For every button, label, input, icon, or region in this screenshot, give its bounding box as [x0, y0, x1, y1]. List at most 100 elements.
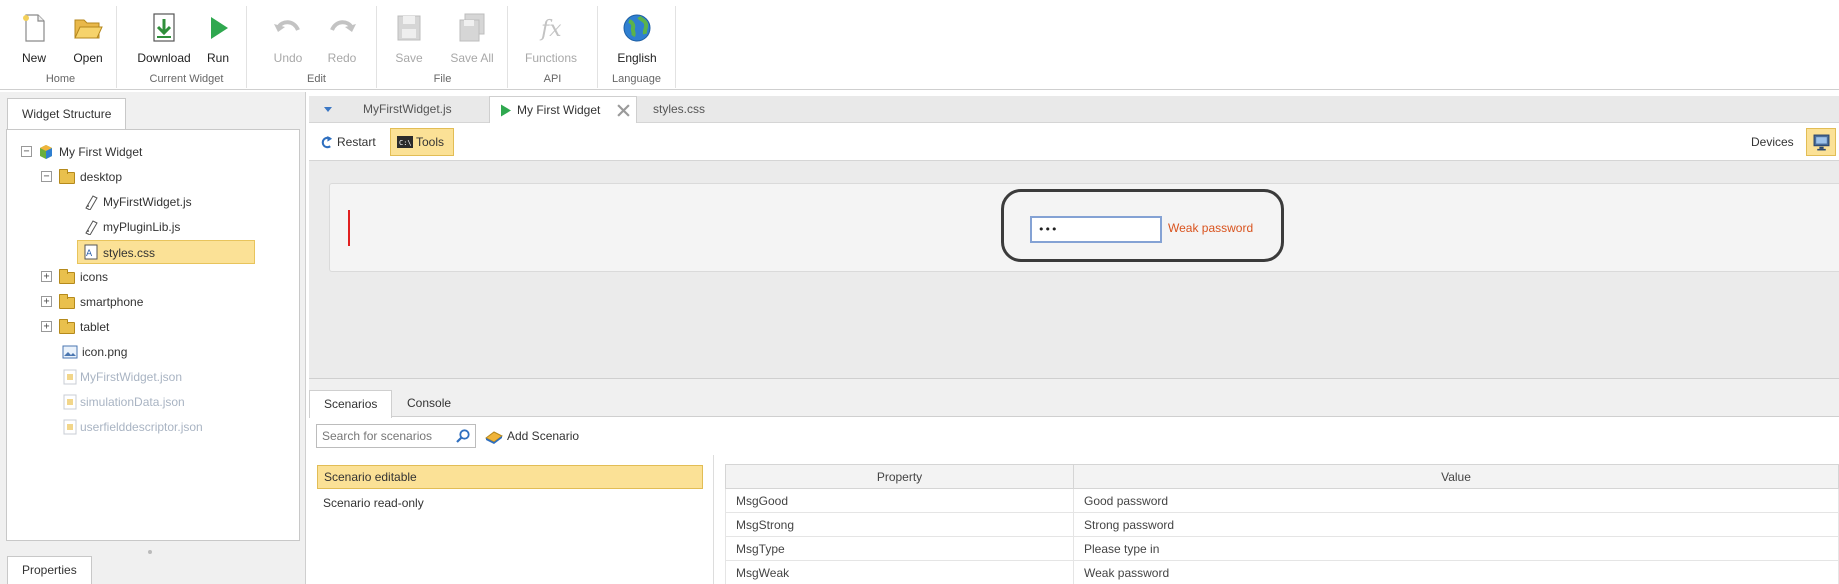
table-row[interactable]: MsgStrong Strong password	[725, 512, 1839, 537]
column-header-value[interactable]: Value	[1073, 464, 1839, 489]
restart-icon	[321, 135, 333, 149]
folder-icon	[59, 319, 75, 334]
tree-item-simulationdata-json[interactable]: simulationData.json	[62, 390, 242, 414]
widget-icon	[40, 145, 52, 159]
scenario-search-input[interactable]	[316, 424, 476, 448]
run-button[interactable]: Run	[191, 12, 245, 70]
tree-item-icon-png[interactable]: icon.png	[62, 340, 212, 364]
globe-icon	[623, 14, 651, 42]
add-scenario-button[interactable]: Add Scenario	[485, 425, 579, 447]
tab-list-dropdown-icon[interactable]	[324, 107, 332, 112]
property-value[interactable]: Weak password	[1073, 560, 1839, 584]
language-button[interactable]: English	[608, 12, 666, 70]
save-all-label: Save All	[450, 51, 494, 65]
api-group-label: API	[543, 73, 562, 85]
table-row[interactable]: MsgWeak Weak password	[725, 560, 1839, 584]
tree-item-tablet[interactable]: + tablet	[41, 315, 191, 339]
file-tree: − My First Widget − desktop MyFirstWidge…	[6, 129, 300, 541]
close-icon[interactable]	[617, 104, 630, 117]
password-input[interactable]: •••	[1030, 216, 1162, 243]
ribbon-group-file: Save Save All File	[378, 6, 508, 88]
tab-label: MyFirstWidget.js	[363, 102, 452, 116]
new-file-icon	[23, 14, 45, 42]
collapse-icon[interactable]: −	[21, 146, 32, 157]
open-label: Open	[73, 51, 103, 65]
download-label: Download	[137, 51, 191, 65]
tree-item-smartphone[interactable]: + smartphone	[41, 290, 191, 314]
functions-icon: fx	[539, 17, 562, 42]
ribbon-group-current-widget: Download Run Current Widget	[127, 6, 247, 88]
new-button[interactable]: New	[7, 12, 61, 70]
tab-scenarios[interactable]: Scenarios	[309, 390, 393, 418]
ribbon-group-language: English Language	[598, 6, 676, 88]
scenario-properties-table: Property Value MsgGood Good password Msg…	[725, 464, 1839, 584]
run-icon	[501, 104, 511, 117]
undo-icon	[274, 20, 300, 32]
open-button[interactable]: Open	[61, 12, 115, 70]
download-icon	[153, 13, 175, 42]
save-all-button[interactable]: Save All	[442, 12, 502, 70]
panel-splitter-handle[interactable]	[148, 550, 152, 554]
tree-item-desktop[interactable]: − desktop	[41, 165, 191, 189]
scenario-item-read-only[interactable]: Scenario read-only	[317, 491, 703, 515]
tree-item-userfielddescriptor-json[interactable]: userfielddescriptor.json	[62, 415, 262, 439]
expand-icon[interactable]: +	[41, 296, 52, 307]
js-file-icon	[85, 220, 98, 235]
undo-button[interactable]: Undo	[261, 12, 315, 70]
tab-my-first-widget[interactable]: My First Widget	[489, 96, 637, 124]
ribbon-group-api: fx Functions API	[508, 6, 598, 88]
redo-button[interactable]: Redo	[315, 12, 369, 70]
tab-widget-structure[interactable]: Widget Structure	[7, 98, 127, 130]
functions-button[interactable]: fx Functions	[518, 12, 584, 70]
tree-item-my-first-widget[interactable]: − My First Widget	[21, 140, 221, 164]
ribbon-group-home: New Open Home	[5, 6, 117, 88]
tree-item-myfirstwidget-js[interactable]: MyFirstWidget.js	[83, 190, 233, 214]
tree-item-myfirstwidget-json[interactable]: MyFirstWidget.json	[62, 365, 242, 389]
tree-label: icon.png	[82, 345, 128, 359]
scenario-item-editable[interactable]: Scenario editable	[317, 465, 703, 489]
tab-myfirstwidget-js[interactable]: MyFirstWidget.js	[353, 96, 462, 123]
property-name: MsgStrong	[725, 512, 1074, 537]
tree-item-icons[interactable]: + icons	[41, 265, 191, 289]
download-button[interactable]: Download	[133, 12, 195, 70]
restart-button[interactable]: Restart	[314, 128, 383, 156]
restart-label: Restart	[337, 135, 376, 149]
property-value[interactable]: Strong password	[1073, 512, 1839, 537]
tree-label: MyFirstWidget.js	[103, 195, 192, 209]
expand-icon[interactable]: +	[41, 321, 52, 332]
preview-toolbar: Restart C:\ Tools Devices	[309, 123, 1839, 161]
property-name: MsgWeak	[725, 560, 1074, 584]
device-desktop-button[interactable]	[1806, 128, 1836, 156]
tab-properties[interactable]: Properties	[7, 556, 92, 584]
language-group-label: Language	[612, 73, 661, 85]
tree-label: tablet	[80, 320, 110, 334]
svg-text:fx: fx	[539, 17, 562, 42]
expand-icon[interactable]: +	[41, 271, 52, 282]
tree-label: myPluginLib.js	[103, 220, 181, 234]
console-icon: C:\	[397, 136, 413, 148]
tools-button[interactable]: C:\ Tools	[390, 128, 454, 156]
tree-label: userfielddescriptor.json	[80, 420, 203, 434]
collapse-icon[interactable]: −	[41, 171, 52, 182]
tree-label: simulationData.json	[80, 395, 185, 409]
column-header-property[interactable]: Property	[725, 464, 1074, 489]
property-name: MsgGood	[725, 488, 1074, 513]
tab-console[interactable]: Console	[393, 390, 465, 417]
property-name: MsgType	[725, 536, 1074, 561]
folder-open-icon	[59, 169, 75, 184]
svg-text:C:\: C:\	[399, 139, 412, 147]
property-value[interactable]: Good password	[1073, 488, 1839, 513]
tree-item-styles-css[interactable]: A styles.css	[77, 240, 255, 264]
devices-label: Devices	[1751, 135, 1794, 149]
search-icon[interactable]	[455, 428, 471, 444]
table-row[interactable]: MsgGood Good password	[725, 488, 1839, 513]
tree-label: styles.css	[103, 246, 156, 260]
json-file-icon	[63, 394, 77, 410]
save-button[interactable]: Save	[382, 12, 436, 70]
table-row[interactable]: MsgType Please type in	[725, 536, 1839, 561]
functions-label: Functions	[524, 51, 578, 65]
tree-item-mypluginlib-js[interactable]: myPluginLib.js	[83, 215, 233, 239]
edit-group-label: Edit	[307, 73, 326, 85]
property-value[interactable]: Please type in	[1073, 536, 1839, 561]
tab-styles-css[interactable]: styles.css	[643, 96, 715, 123]
